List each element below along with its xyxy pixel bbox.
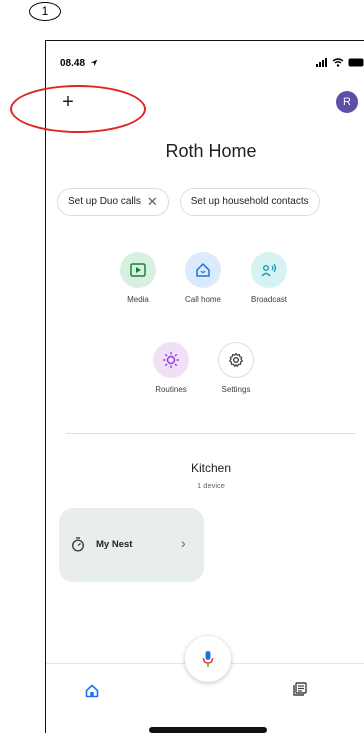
- nav-home-button[interactable]: [85, 684, 99, 703]
- call-home-icon: [196, 263, 210, 277]
- status-bar: 08.48: [60, 58, 364, 72]
- chip-setup-duo-calls[interactable]: Set up Duo calls ✕: [57, 188, 169, 216]
- action-label: Media: [127, 295, 149, 304]
- feed-icon: [293, 682, 307, 696]
- signal-icon: [316, 58, 327, 67]
- page-title: Roth Home: [165, 141, 257, 161]
- close-icon[interactable]: ✕: [147, 189, 158, 215]
- routines-circle: [153, 342, 189, 378]
- room-device-count: 1 device: [197, 481, 225, 490]
- suggestion-chips: Set up Duo calls ✕ Set up household cont…: [57, 188, 320, 216]
- status-time-text: 08.48: [60, 58, 86, 69]
- screenshot-page: 1 08.48 + R Roth Home Set up Duo calls ✕…: [0, 0, 364, 733]
- phone-screen: 08.48 + R Roth Home Set up Duo calls ✕ S…: [45, 40, 364, 733]
- routines-icon: [163, 352, 179, 368]
- call-home-circle: [185, 252, 221, 288]
- chip-setup-household-contacts[interactable]: Set up household contacts: [179, 188, 320, 216]
- media-icon: [130, 263, 146, 277]
- action-broadcast[interactable]: Broadcast: [239, 252, 299, 304]
- gear-icon: [229, 352, 243, 367]
- chip-label: Set up household contacts: [190, 196, 309, 207]
- home-indicator: [149, 727, 267, 733]
- add-button[interactable]: +: [57, 92, 79, 114]
- action-routines[interactable]: Routines: [141, 342, 201, 394]
- action-label: Routines: [155, 385, 187, 394]
- status-time: 08.48: [60, 58, 98, 69]
- location-arrow-icon: [90, 59, 98, 67]
- action-label: Call home: [184, 295, 221, 304]
- avatar[interactable]: R: [336, 91, 358, 113]
- nav-feed-button[interactable]: [293, 682, 307, 701]
- chevron-right-icon: ›: [181, 535, 186, 551]
- media-circle: [120, 252, 156, 288]
- device-card-my-nest[interactable]: My Nest ›: [59, 508, 204, 582]
- step-marker: 1: [29, 2, 61, 21]
- action-settings[interactable]: Settings: [206, 342, 266, 394]
- action-label: Settings: [221, 385, 251, 394]
- room-title: Kitchen: [190, 461, 232, 475]
- mic-icon: [202, 651, 214, 667]
- battery-icon: [348, 58, 364, 67]
- home-icon: [85, 684, 99, 698]
- action-media[interactable]: Media: [108, 252, 168, 304]
- broadcast-icon: [261, 263, 277, 277]
- divider: [66, 433, 356, 434]
- settings-circle: [218, 342, 254, 378]
- timer-icon: [71, 537, 85, 552]
- action-call-home[interactable]: Call home: [173, 252, 233, 304]
- action-label: Broadcast: [250, 295, 288, 304]
- mic-button[interactable]: [185, 636, 231, 682]
- broadcast-circle: [251, 252, 287, 288]
- chip-label: Set up Duo calls: [68, 196, 141, 207]
- wifi-icon: [332, 58, 344, 67]
- status-icons: [316, 58, 364, 67]
- device-name: My Nest: [96, 539, 133, 550]
